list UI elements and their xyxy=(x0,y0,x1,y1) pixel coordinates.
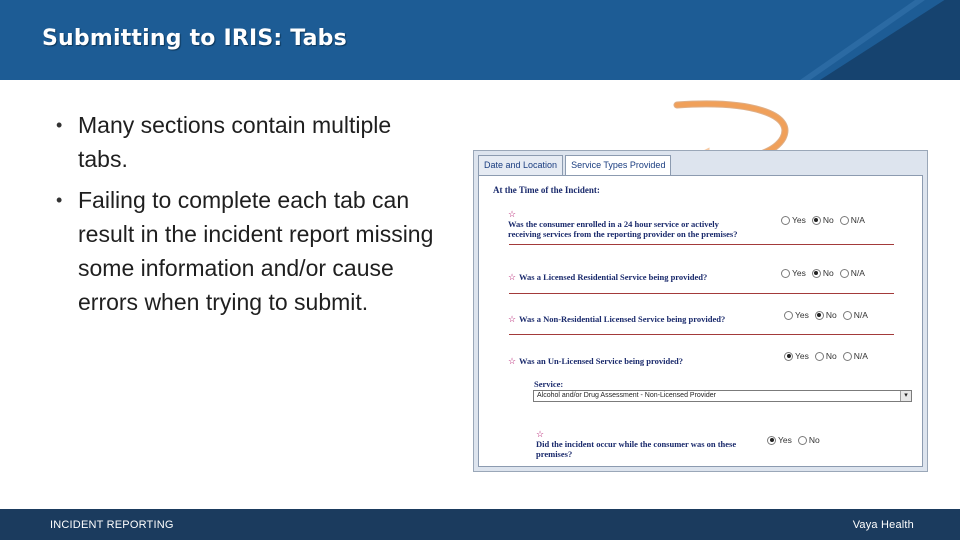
radio-group-q5: Yes No xyxy=(767,435,826,445)
radio-group-q2: Yes No N/A xyxy=(781,268,871,278)
radio-no[interactable]: No xyxy=(811,215,834,225)
question-non-residential-licensed: Was a Non-Residential Licensed Service b… xyxy=(519,314,726,324)
radio-na[interactable]: N/A xyxy=(842,351,868,361)
required-star-icon: ☆ xyxy=(508,272,517,282)
tab-service-types-provided[interactable]: Service Types Provided xyxy=(565,155,672,177)
bullet-text: Failing to complete each tab can result … xyxy=(78,187,434,315)
radio-yes[interactable]: Yes xyxy=(784,351,809,361)
question-24hr-service: Was the consumer enrolled in a 24 hour s… xyxy=(508,219,738,239)
bullet-list: • Many sections contain multiple tabs. •… xyxy=(54,108,434,326)
question-unlicensed-service: Was an Un-Licensed Service being provide… xyxy=(519,356,683,366)
radio-no[interactable]: No xyxy=(811,268,834,278)
radio-yes[interactable]: Yes xyxy=(781,268,806,278)
radio-yes[interactable]: Yes xyxy=(784,310,809,320)
bullet-dot-icon: • xyxy=(56,190,63,210)
radio-no[interactable]: No xyxy=(814,310,837,320)
radio-na[interactable]: N/A xyxy=(842,310,868,320)
bullet-dot-icon: • xyxy=(56,115,63,135)
header-band: Submitting to IRIS: Tabs xyxy=(0,0,960,80)
radio-na[interactable]: N/A xyxy=(839,215,865,225)
footer-brand: Vaya Health xyxy=(852,519,914,531)
radio-no[interactable]: No xyxy=(797,435,820,445)
bullet-text: Many sections contain multiple tabs. xyxy=(78,112,392,172)
question-licensed-residential: Was a Licensed Residential Service being… xyxy=(519,272,708,282)
footer-band: INCIDENT REPORTING Vaya Health xyxy=(0,509,960,540)
required-star-icon: ☆ xyxy=(508,314,517,324)
divider xyxy=(509,334,894,335)
radio-na[interactable]: N/A xyxy=(839,268,865,278)
bullet-item: • Failing to complete each tab can resul… xyxy=(54,183,434,319)
required-star-icon: ☆ xyxy=(508,209,517,219)
chevron-down-icon[interactable]: ▾ xyxy=(900,391,911,401)
service-label: Service: xyxy=(534,379,564,389)
divider xyxy=(509,293,894,294)
page-title: Submitting to IRIS: Tabs xyxy=(42,26,347,51)
radio-group-q3: Yes No N/A xyxy=(784,310,874,320)
service-select[interactable]: Alcohol and/or Drug Assessment - Non-Lic… xyxy=(533,390,912,402)
form-panel: At the Time of the Incident: ☆ Was the c… xyxy=(478,175,923,467)
radio-yes[interactable]: Yes xyxy=(767,435,792,445)
required-star-icon: ☆ xyxy=(536,429,545,439)
service-select-value: Alcohol and/or Drug Assessment - Non-Lic… xyxy=(537,392,716,399)
section-heading: At the Time of the Incident: xyxy=(493,185,600,195)
radio-group-q1: Yes No N/A xyxy=(781,215,871,225)
radio-group-q4: Yes No N/A xyxy=(784,351,874,361)
footer-section-label: INCIDENT REPORTING xyxy=(50,519,174,531)
tab-date-and-location[interactable]: Date and Location xyxy=(478,155,564,176)
required-star-icon: ☆ xyxy=(508,356,517,366)
radio-yes[interactable]: Yes xyxy=(781,215,806,225)
bullet-item: • Many sections contain multiple tabs. xyxy=(54,108,434,176)
radio-no[interactable]: No xyxy=(814,351,837,361)
question-incident-on-premises: Did the incident occur while the consume… xyxy=(536,439,737,459)
tab-bar: Date and Location Service Types Provided xyxy=(478,155,673,177)
divider xyxy=(509,244,894,245)
iris-form-screenshot: Date and Location Service Types Provided… xyxy=(473,150,928,472)
